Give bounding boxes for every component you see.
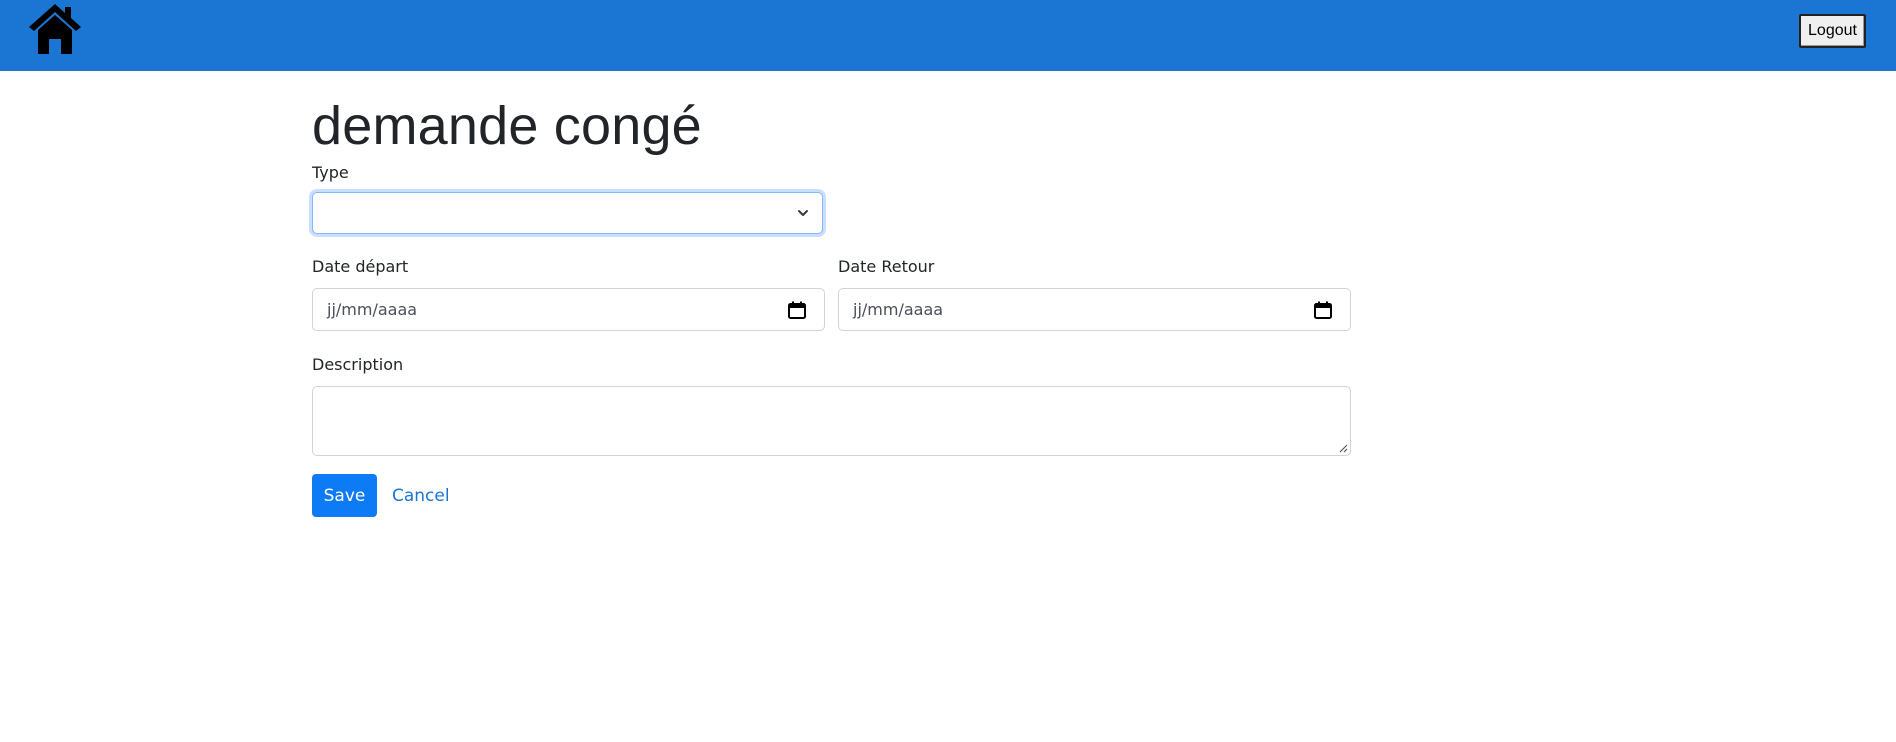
date-retour-label: Date Retour	[838, 257, 935, 277]
type-select[interactable]	[312, 192, 823, 235]
date-row: Date départ jj/mm/aaaa Date Retour jj/mm…	[312, 257, 1352, 332]
chevron-down-icon	[798, 210, 808, 217]
cancel-link[interactable]: Cancel	[392, 486, 450, 506]
description-textarea[interactable]	[312, 386, 1351, 457]
save-button[interactable]: Save	[312, 474, 377, 518]
logout-button[interactable]: Logout	[1799, 14, 1866, 48]
date-retour-group: Date Retour jj/mm/aaaa	[838, 257, 1351, 332]
date-depart-group: Date départ jj/mm/aaaa	[312, 257, 825, 332]
date-depart-input[interactable]: jj/mm/aaaa	[312, 288, 825, 332]
description-label: Description	[312, 355, 404, 375]
top-navbar: Logout	[0, 0, 1896, 71]
calendar-icon[interactable]	[1313, 300, 1333, 320]
type-label: Type	[312, 163, 349, 183]
resize-handle-icon[interactable]	[1338, 443, 1348, 453]
calendar-icon[interactable]	[787, 300, 807, 320]
date-depart-placeholder: jj/mm/aaaa	[327, 300, 418, 320]
date-retour-input[interactable]: jj/mm/aaaa	[838, 288, 1351, 332]
leave-request-form: demande congé Type Date départ jj/mm/aaa…	[312, 71, 1352, 518]
date-retour-placeholder: jj/mm/aaaa	[853, 300, 944, 320]
home-icon[interactable]	[28, 2, 82, 56]
page-title: demande congé	[312, 96, 702, 156]
form-actions: Save Cancel	[312, 474, 1352, 518]
date-depart-label: Date départ	[312, 257, 409, 277]
